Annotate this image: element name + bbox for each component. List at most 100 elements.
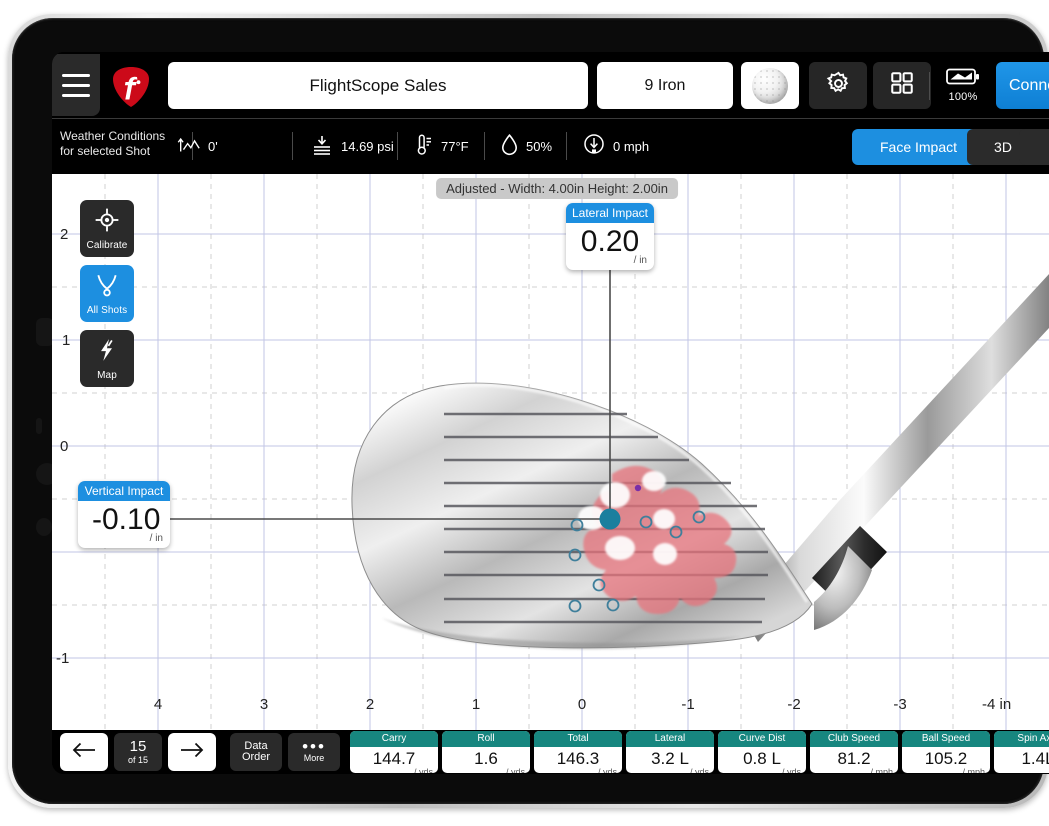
x-tick-1: 1: [471, 696, 481, 713]
weather-divider: [292, 132, 293, 160]
tab-3d-label: 3D: [994, 139, 1012, 155]
y-tick-0: 0: [60, 438, 69, 455]
secondary-impact-marker: [634, 484, 642, 492]
y-tick-2: 2: [60, 226, 69, 243]
data-order-line2: Order: [241, 751, 271, 763]
x-tick-2: 2: [365, 696, 375, 713]
humidity-value: 50%: [526, 138, 553, 154]
club-label: 9 Iron: [644, 76, 686, 94]
sidebar-item-all-shots[interactable]: All Shots: [80, 265, 134, 322]
pressure-icon: [310, 134, 334, 159]
wind-icon: [582, 133, 606, 160]
x-tick-3: 3: [259, 696, 269, 713]
stat-club-speed-value: 81.2: [837, 749, 871, 768]
stat-roll-unit: / yds: [505, 767, 525, 774]
stat-lateral-unit: / yds: [689, 767, 709, 774]
x-tick-4: 4: [153, 696, 163, 713]
device-outer-shell: FlightScope Sales 9 Iron 100% Conn Weath…: [8, 14, 1049, 808]
pressure-value: 14.69 psi: [341, 138, 394, 154]
battery-percent: 100%: [948, 91, 978, 103]
sidebar-item-calibrate-label: Calibrate: [86, 239, 128, 251]
stat-roll[interactable]: Roll 1.6 / yds: [442, 731, 530, 773]
grid-icon: [889, 70, 915, 101]
session-title-field[interactable]: FlightScope Sales: [168, 62, 588, 109]
weather-item-altitude[interactable]: 0': [177, 128, 218, 164]
toolbar-divider: [929, 72, 930, 100]
vertical-impact-title: Vertical Impact: [78, 481, 170, 501]
arrow-left-icon: [71, 740, 97, 765]
tab-face-impact[interactable]: Face Impact: [852, 129, 985, 165]
stat-curve-dist-label: Curve Dist: [718, 731, 806, 747]
stat-curve-dist[interactable]: Curve Dist 0.8 L / yds: [718, 731, 806, 773]
sidebar-item-calibrate[interactable]: Calibrate: [80, 200, 134, 257]
stat-spin-axis-value: 1.4L: [1021, 749, 1049, 768]
stat-ball-speed[interactable]: Ball Speed 105.2 / mph: [902, 731, 990, 773]
hamburger-icon[interactable]: [52, 54, 100, 116]
club-selector[interactable]: 9 Iron: [597, 62, 733, 109]
weather-item-humidity[interactable]: 50%: [500, 128, 552, 164]
face-impact-plot[interactable]: Adjusted - Width: 4.00in Height: 2.00in …: [52, 174, 1049, 730]
flightscope-logo-icon: [110, 65, 152, 109]
stat-roll-label: Roll: [442, 731, 530, 747]
side-port-4: [36, 518, 52, 536]
battery-status[interactable]: 100%: [934, 62, 992, 109]
connection-status-button[interactable]: Connected: [996, 62, 1049, 109]
weather-bar: Weather Conditions for selected Shot 0' …: [52, 119, 1049, 174]
stat-carry[interactable]: Carry 144.7 / yds: [350, 731, 438, 773]
weather-item-pressure[interactable]: 14.69 psi: [310, 128, 394, 164]
sidebar-item-map-label: Map: [97, 369, 117, 381]
weather-divider: [397, 132, 398, 160]
stat-carry-unit: / yds: [413, 767, 433, 774]
next-shot-button[interactable]: [168, 733, 216, 771]
app-top-bar: FlightScope Sales 9 Iron 100% Conn: [52, 52, 1049, 118]
weather-item-wind[interactable]: 0 mph: [582, 128, 649, 164]
tablet-device-frame: FlightScope Sales 9 Iron 100% Conn Weath…: [8, 14, 1049, 814]
stat-lateral-value: 3.2 L: [651, 749, 689, 768]
previous-shot-button[interactable]: [60, 733, 108, 771]
layout-grid-button[interactable]: [873, 62, 931, 109]
weather-item-temperature[interactable]: 77°F: [412, 128, 469, 164]
temperature-value: 77°F: [441, 138, 469, 154]
lateral-impact-callout[interactable]: Lateral Impact 0.20 / in: [566, 203, 654, 270]
altitude-icon: [177, 135, 201, 158]
flightscope-app: FlightScope Sales 9 Iron 100% Conn Weath…: [52, 52, 1049, 774]
plot-grid: [52, 174, 1049, 730]
stat-carry-value: 144.7: [372, 749, 416, 768]
stat-lateral-label: Lateral: [626, 731, 714, 747]
stat-club-speed[interactable]: Club Speed 81.2 / mph: [810, 731, 898, 773]
calibrate-target-icon: [94, 207, 120, 238]
device-bezel: FlightScope Sales 9 Iron 100% Conn Weath…: [12, 18, 1049, 804]
shot-counter[interactable]: 15 of 15: [114, 733, 162, 771]
session-title-text: FlightScope Sales: [309, 75, 447, 95]
x-tick-neg2: -2: [787, 696, 801, 713]
lightning-map-icon: [94, 337, 120, 368]
stat-curve-dist-value: 0.8 L: [743, 749, 781, 768]
stat-total[interactable]: Total 146.3 / yds: [534, 731, 622, 773]
settings-button[interactable]: [809, 62, 867, 109]
stat-lateral[interactable]: Lateral 3.2 L / yds: [626, 731, 714, 773]
stat-club-speed-unit: / mph: [870, 767, 893, 774]
wind-value: 0 mph: [613, 138, 650, 154]
adjusted-dimensions-badge: Adjusted - Width: 4.00in Height: 2.00in: [436, 178, 678, 199]
sidebar-item-map[interactable]: Map: [80, 330, 134, 387]
y-tick-neg1: -1: [56, 650, 70, 667]
gear-icon: [825, 70, 852, 102]
y-tick-1: 1: [62, 332, 71, 349]
weather-bar-label: Weather Conditions for selected Shot: [60, 129, 165, 159]
x-tick-0: 0: [577, 696, 587, 713]
x-tick-neg4: -4 in: [982, 696, 1012, 713]
weather-divider: [566, 132, 567, 160]
stat-spin-axis[interactable]: Spin Axis 1.4L: [994, 731, 1049, 773]
more-label: More: [303, 753, 325, 763]
tab-overflow[interactable]: [1019, 129, 1049, 165]
ball-selector-button[interactable]: [741, 62, 799, 109]
shot-data-bar: 15 of 15 Data Order ••• More Carry 144.7…: [52, 730, 1049, 774]
more-button[interactable]: ••• More: [288, 733, 340, 771]
stat-total-unit: / yds: [597, 767, 617, 774]
vertical-impact-callout[interactable]: Vertical Impact -0.10 / in: [78, 481, 170, 548]
ellipsis-icon: •••: [302, 737, 326, 756]
x-tick-neg1: -1: [681, 696, 695, 713]
stat-ball-speed-unit: / mph: [962, 767, 985, 774]
arrow-right-icon: [179, 740, 205, 765]
data-order-button[interactable]: Data Order: [230, 733, 282, 771]
